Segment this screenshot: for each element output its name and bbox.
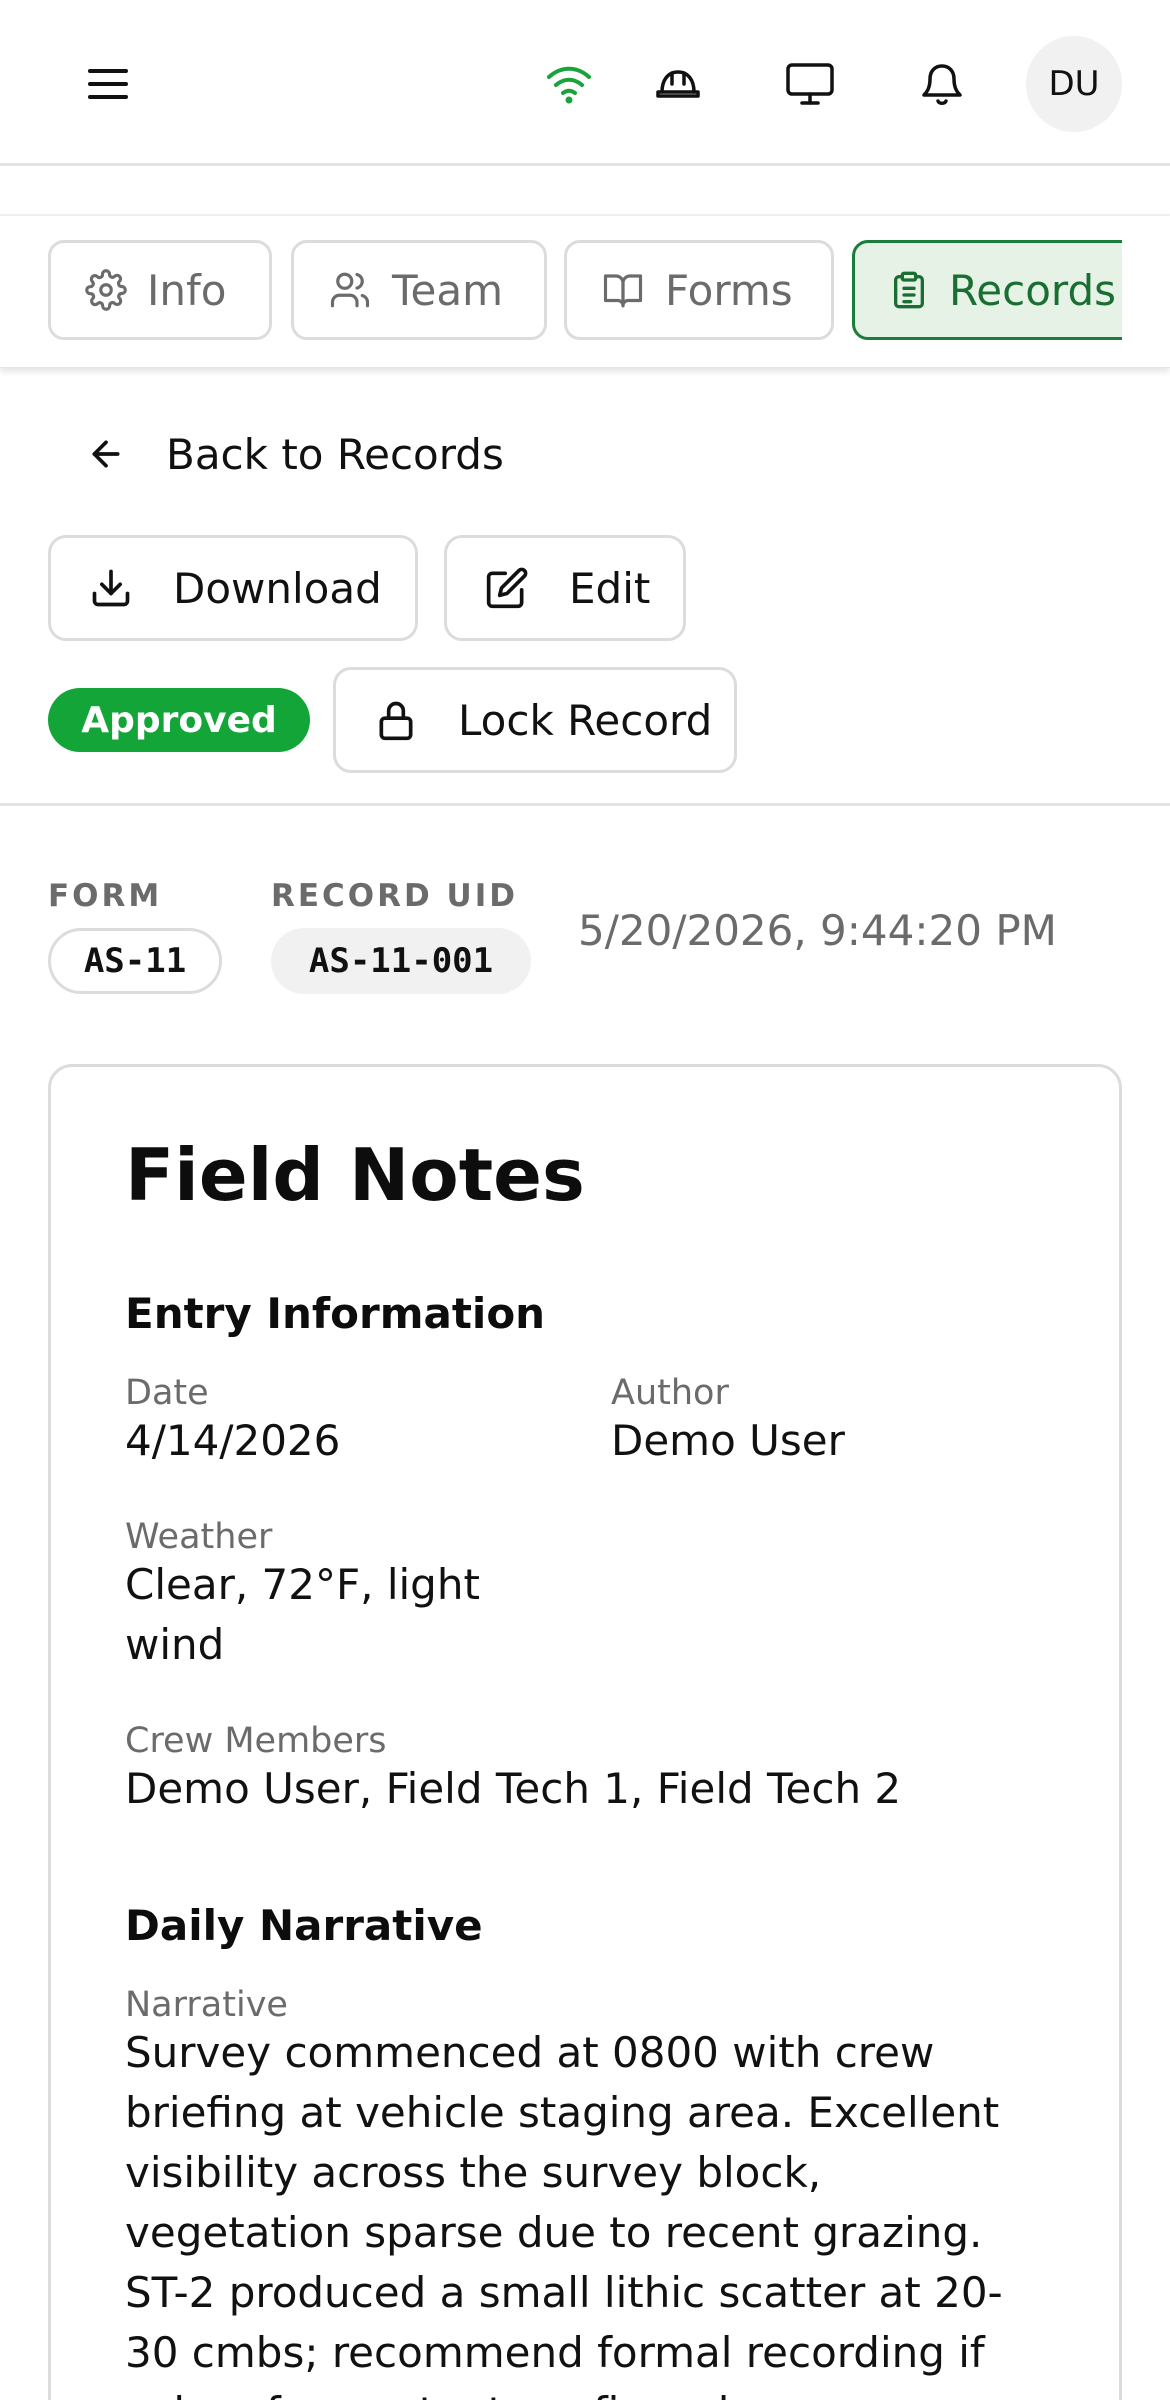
tab-records-label: Records xyxy=(949,265,1116,315)
tab-info-label: Info xyxy=(147,265,227,315)
entry-information-heading: Entry Information xyxy=(125,1289,546,1338)
narrative-value: Survey commenced at 0800 with crew brief… xyxy=(125,2028,1003,2400)
tab-team[interactable]: Team xyxy=(291,240,547,340)
weather-label: Weather xyxy=(125,1517,273,1557)
author-label: Author xyxy=(611,1373,729,1413)
form-value: AS-11 xyxy=(48,928,222,994)
narrative-label: Narrative xyxy=(125,1985,288,2025)
back-to-records-link[interactable]: Back to Records xyxy=(86,424,504,484)
download-button[interactable]: Download xyxy=(48,535,418,641)
date-value: 4/14/2026 xyxy=(125,1416,341,1465)
form-label: FORM xyxy=(48,878,163,914)
tab-team-label: Team xyxy=(392,265,504,315)
lock-label: Lock Record xyxy=(458,695,713,745)
status-badge: Approved xyxy=(48,688,310,752)
avatar[interactable]: DU xyxy=(1026,36,1122,132)
users-icon xyxy=(330,272,370,308)
edit-label: Edit xyxy=(569,563,651,613)
tab-bar: Info Team Forms Records xyxy=(0,216,1170,368)
weather-value: Clear, 72°F, light wind xyxy=(125,1560,480,1669)
download-icon xyxy=(92,569,130,607)
header-strip xyxy=(0,166,1170,216)
crew-members-label: Crew Members xyxy=(125,1721,387,1761)
menu-icon[interactable] xyxy=(84,62,132,106)
divider xyxy=(0,803,1170,806)
author-value: Demo User xyxy=(611,1416,845,1465)
bell-icon[interactable] xyxy=(910,52,974,116)
back-label: Back to Records xyxy=(166,429,504,479)
record-uid-value: AS-11-001 xyxy=(271,928,531,994)
avatar-initials: DU xyxy=(1048,64,1100,104)
gear-icon xyxy=(85,269,127,311)
record-title: Field Notes xyxy=(125,1133,585,1217)
book-icon xyxy=(603,274,643,308)
crew-members-value: Demo User, Field Tech 1, Field Tech 2 xyxy=(125,1764,902,1813)
record-card: Field Notes Entry Information Date 4/14/… xyxy=(48,1064,1122,2400)
tab-records[interactable]: Records xyxy=(852,240,1122,340)
lock-icon xyxy=(379,701,413,741)
tabs-scroll[interactable]: Info Team Forms Records xyxy=(48,240,1122,344)
tab-forms-label: Forms xyxy=(665,265,793,315)
arrow-left-icon xyxy=(92,440,120,468)
record-uid-label: RECORD UID xyxy=(271,878,518,914)
tab-forms[interactable]: Forms xyxy=(564,240,834,340)
wifi-icon[interactable] xyxy=(537,52,601,116)
edit-button[interactable]: Edit xyxy=(444,535,686,641)
record-timestamp: 5/20/2026, 9:44:20 PM xyxy=(578,906,1057,955)
clipboard-icon xyxy=(894,271,924,309)
date-label: Date xyxy=(125,1373,209,1413)
monitor-icon[interactable] xyxy=(778,52,842,116)
lock-record-button[interactable]: Lock Record xyxy=(333,667,737,773)
hard-hat-icon[interactable] xyxy=(646,52,710,116)
download-label: Download xyxy=(173,563,382,613)
tab-info[interactable]: Info xyxy=(48,240,272,340)
edit-icon xyxy=(486,567,528,609)
top-header: DU xyxy=(0,0,1170,166)
daily-narrative-heading: Daily Narrative xyxy=(125,1901,483,1950)
